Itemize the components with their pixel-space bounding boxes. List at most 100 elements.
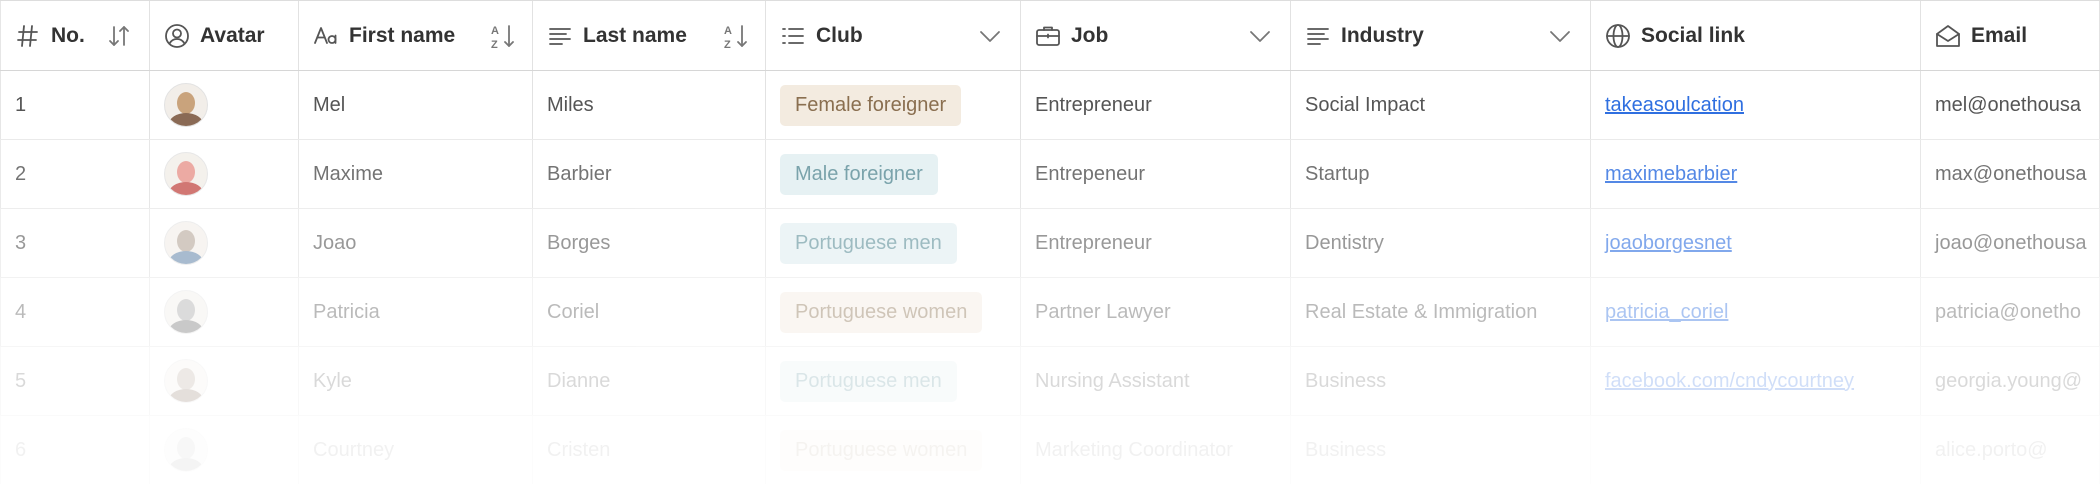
cell-job[interactable]: Marketing Coordinator (1021, 416, 1291, 484)
chevron-down-button-icon[interactable] (1246, 22, 1274, 50)
cell-last-name[interactable]: Borges (533, 209, 766, 277)
column-header-email[interactable]: Email (1921, 1, 2100, 70)
sort-az-button-icon[interactable]: AZ (721, 22, 749, 50)
social-link[interactable]: takeasoulcation (1605, 94, 1744, 117)
cell-last-name[interactable]: Dianne (533, 347, 766, 415)
text-lines-icon (547, 23, 573, 49)
social-link[interactable]: facebook.com/cndycourtney (1605, 370, 1854, 393)
avatar (164, 428, 208, 472)
cell-industry[interactable]: Social Impact (1291, 71, 1591, 139)
column-header-no[interactable]: No. (0, 1, 150, 70)
cell-club[interactable]: Portuguese women (766, 278, 1021, 346)
cell-last-name[interactable]: Coriel (533, 278, 766, 346)
cell-email[interactable]: max@onethousa (1921, 140, 2100, 208)
cell-email[interactable]: alice.porto@ (1921, 416, 2100, 484)
table-row[interactable]: 5 Kyle Dianne Portuguese men Nursing Assista… (0, 347, 2100, 416)
chevron-down-button-icon[interactable] (1546, 22, 1574, 50)
header-row: No. Avatar First name A Z Last name A Z Club Job I… (0, 0, 2100, 71)
cell-first-name[interactable]: Patricia (299, 278, 533, 346)
column-header-label: Last name (583, 23, 687, 47)
social-link[interactable]: maximebarbier (1605, 163, 1737, 186)
cell-email[interactable]: joao@onethousa (1921, 209, 2100, 277)
cell-first-name[interactable]: Courtney (299, 416, 533, 484)
column-header-club[interactable]: Club (766, 1, 1021, 70)
cell-club[interactable]: Portuguese women (766, 416, 1021, 484)
column-header-social[interactable]: Social link (1591, 1, 1921, 70)
cell-club[interactable]: Male foreigner (766, 140, 1021, 208)
cell-social[interactable] (1591, 416, 1921, 484)
cell-last-name[interactable]: Barbier (533, 140, 766, 208)
cell-social[interactable]: joaoborgesnet (1591, 209, 1921, 277)
cell-job[interactable]: Partner Lawyer (1021, 278, 1291, 346)
cell-no[interactable]: 1 (0, 71, 150, 139)
last-name-text: Miles (547, 93, 594, 116)
cell-industry[interactable]: Startup (1291, 140, 1591, 208)
table-row[interactable]: 2 Maxime Barbier Male foreigner Entrepeneur S… (0, 140, 2100, 209)
svg-text:Z: Z (491, 39, 498, 50)
job-text: Marketing Coordinator (1035, 438, 1233, 461)
cell-avatar[interactable] (150, 71, 299, 139)
cell-job[interactable]: Entrepreneur (1021, 71, 1291, 139)
cell-no[interactable]: 2 (0, 140, 150, 208)
cell-no[interactable]: 4 (0, 278, 150, 346)
text-aa-icon (313, 23, 339, 49)
cell-last-name[interactable]: Cristen (533, 416, 766, 484)
last-name-text: Cristen (547, 438, 611, 461)
cell-first-name[interactable]: Maxime (299, 140, 533, 208)
table-row[interactable]: 4 Patricia Coriel Portuguese women Partner L… (0, 278, 2100, 347)
sort-button-icon[interactable] (105, 22, 133, 50)
chevron-down-button-icon[interactable] (976, 22, 1004, 50)
sort-az-button-icon[interactable]: AZ (488, 22, 516, 50)
avatar-body (169, 113, 203, 126)
cell-club[interactable]: Portuguese men (766, 209, 1021, 277)
column-header-industry[interactable]: Industry (1291, 1, 1591, 70)
cell-no[interactable]: 5 (0, 347, 150, 415)
cell-email[interactable]: georgia.young@ (1921, 347, 2100, 415)
cell-industry[interactable]: Real Estate & Immigration (1291, 278, 1591, 346)
cell-email[interactable]: mel@onethousa (1921, 71, 2100, 139)
column-header-last-name[interactable]: Last name A Z (533, 1, 766, 70)
cell-industry[interactable]: Business (1291, 416, 1591, 484)
column-header-first-name[interactable]: First name A Z (299, 1, 533, 70)
cell-first-name[interactable]: Joao (299, 209, 533, 277)
table-row[interactable]: 6 Courtney Cristen Portuguese women Marketin… (0, 416, 2100, 484)
table-row[interactable]: 1 Mel Miles Female foreigner Entrepreneur Soc… (0, 71, 2100, 140)
cell-social[interactable]: maximebarbier (1591, 140, 1921, 208)
cell-last-name[interactable]: Miles (533, 71, 766, 139)
cell-industry[interactable]: Business (1291, 347, 1591, 415)
avatar (164, 83, 208, 127)
cell-industry[interactable]: Dentistry (1291, 209, 1591, 277)
cell-avatar[interactable] (150, 140, 299, 208)
avatar-face (177, 92, 195, 114)
last-name-text: Coriel (547, 300, 600, 323)
cell-social[interactable]: takeasoulcation (1591, 71, 1921, 139)
cell-job[interactable]: Entrepeneur (1021, 140, 1291, 208)
column-header-label: Email (1971, 23, 2028, 47)
cell-avatar[interactable] (150, 416, 299, 484)
table-row[interactable]: 3 Joao Borges Portuguese men Entrepreneur Den… (0, 209, 2100, 278)
envelope-open-icon (1935, 23, 1961, 49)
cell-no[interactable]: 3 (0, 209, 150, 277)
no-text: 2 (15, 162, 27, 185)
cell-no[interactable]: 6 (0, 416, 150, 484)
cell-social[interactable]: facebook.com/cndycourtney (1591, 347, 1921, 415)
column-header-avatar[interactable]: Avatar (150, 1, 299, 70)
cell-avatar[interactable] (150, 347, 299, 415)
social-link[interactable]: joaoborgesnet (1605, 232, 1732, 255)
cell-avatar[interactable] (150, 278, 299, 346)
first-name-text: Mel (313, 93, 346, 116)
cell-first-name[interactable]: Mel (299, 71, 533, 139)
cell-club[interactable]: Portuguese men (766, 347, 1021, 415)
column-header-label: Social link (1641, 23, 1745, 47)
column-header-job[interactable]: Job (1021, 1, 1291, 70)
social-link[interactable]: patricia_coriel (1605, 301, 1728, 324)
last-name-text: Barbier (547, 162, 612, 185)
cell-social[interactable]: patricia_coriel (1591, 278, 1921, 346)
cell-email[interactable]: patricia@onetho (1921, 278, 2100, 346)
cell-first-name[interactable]: Kyle (299, 347, 533, 415)
cell-job[interactable]: Nursing Assistant (1021, 347, 1291, 415)
cell-club[interactable]: Female foreigner (766, 71, 1021, 139)
cell-job[interactable]: Entrepreneur (1021, 209, 1291, 277)
avatar-body (169, 182, 203, 195)
cell-avatar[interactable] (150, 209, 299, 277)
